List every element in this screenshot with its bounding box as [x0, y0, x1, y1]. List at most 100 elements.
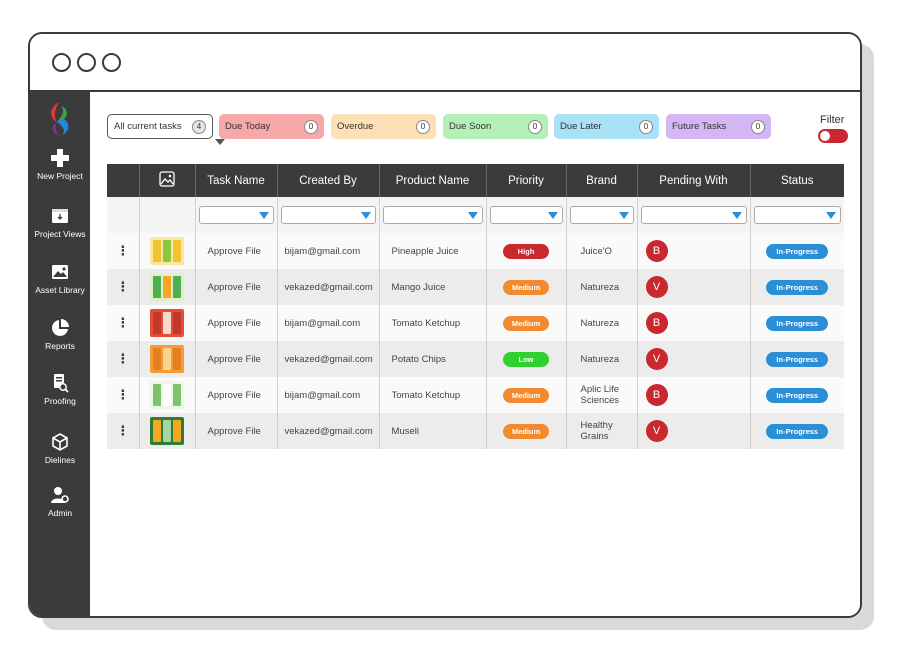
- product-thumbnail[interactable]: [150, 345, 184, 373]
- sidebar-item-label: Project Views: [34, 229, 86, 239]
- priority-badge[interactable]: Medium: [503, 315, 549, 331]
- column-header-task-name[interactable]: Task Name: [195, 164, 278, 197]
- filter-funnel-icon: [731, 212, 742, 219]
- pending-with-filter[interactable]: [640, 206, 747, 224]
- product-thumbnail[interactable]: [150, 417, 184, 445]
- task-name-cell: Approve File: [195, 377, 278, 413]
- filter-toggle[interactable]: [818, 129, 848, 143]
- window-control-dot[interactable]: [102, 52, 121, 72]
- status-badge[interactable]: In-Progress: [766, 243, 829, 259]
- avatar[interactable]: V: [645, 420, 668, 442]
- row-menu-icon[interactable]: ⋮: [107, 413, 140, 449]
- brand-filter[interactable]: [569, 206, 634, 224]
- priority-filter[interactable]: [489, 206, 563, 224]
- column-header-product-name[interactable]: Product Name: [379, 164, 487, 197]
- product-name-cell: Mango Juice: [379, 269, 487, 305]
- sidebar-item-label: Dielines: [44, 455, 76, 465]
- table-row[interactable]: ⋮ Approve File vekazed@gmail.com Museli …: [107, 413, 844, 449]
- task-name-cell: Approve File: [195, 269, 278, 305]
- task-name-cell: Approve File: [195, 413, 278, 449]
- product-name-filter[interactable]: [382, 206, 483, 224]
- task-name-filter[interactable]: [198, 206, 274, 224]
- window-control-dot[interactable]: [77, 52, 96, 72]
- product-name-cell: Museli: [379, 413, 487, 449]
- sidebar-item-label: Asset Library: [35, 285, 85, 295]
- created-by-cell: bijam@gmail.com: [277, 377, 380, 413]
- product-thumbnail[interactable]: [150, 309, 184, 337]
- column-header-priority[interactable]: Priority: [486, 164, 567, 197]
- filter-label: Filter: [820, 114, 845, 126]
- table-row[interactable]: ⋮ Approve File vekazed@gmail.com Potato …: [107, 341, 844, 377]
- sidebar-item-reports[interactable]: Reports: [30, 318, 90, 351]
- window-control-dot[interactable]: [52, 52, 71, 72]
- chip-overdue[interactable]: Overdue 0: [331, 114, 436, 139]
- avatar[interactable]: B: [645, 312, 668, 334]
- created-by-filter[interactable]: [280, 206, 376, 224]
- column-header-brand[interactable]: Brand: [566, 164, 638, 197]
- table-row[interactable]: ⋮ Approve File bijam@gmail.com Pineapple…: [107, 233, 844, 269]
- column-header-created-by[interactable]: Created By: [277, 164, 380, 197]
- task-name-cell: Approve File: [195, 341, 278, 377]
- status-badge[interactable]: In-Progress: [766, 423, 829, 439]
- sidebar-item-new-project[interactable]: New Project: [30, 148, 90, 181]
- row-menu-icon[interactable]: ⋮: [107, 305, 140, 341]
- sidebar-item-proofing[interactable]: Proofing: [30, 373, 90, 406]
- chip-due-later[interactable]: Due Later 0: [554, 114, 659, 139]
- pie-chart-icon: [52, 319, 69, 336]
- row-menu-icon[interactable]: ⋮: [107, 269, 140, 305]
- filter-funnel-icon: [826, 212, 836, 219]
- priority-badge[interactable]: Medium: [503, 279, 549, 295]
- app-logo-icon[interactable]: [45, 100, 75, 136]
- avatar[interactable]: V: [645, 348, 668, 370]
- product-thumbnail[interactable]: [150, 237, 184, 265]
- priority-badge[interactable]: Medium: [503, 423, 549, 439]
- priority-badge[interactable]: Low: [503, 351, 549, 367]
- table-row[interactable]: ⋮ Approve File bijam@gmail.com Tomato Ke…: [107, 305, 844, 341]
- chip-count: 0: [639, 119, 653, 134]
- brand-cell: Natureza: [566, 305, 638, 341]
- brand-cell: Natureza: [566, 269, 638, 305]
- status-badge[interactable]: In-Progress: [766, 315, 829, 331]
- chip-label: Future Tasks: [672, 121, 727, 132]
- created-by-cell: vekazed@gmail.com: [277, 269, 380, 305]
- task-name-cell: Approve File: [195, 305, 278, 341]
- proofing-icon: [54, 374, 69, 393]
- product-thumbnail[interactable]: [150, 273, 184, 301]
- avatar[interactable]: B: [645, 384, 668, 406]
- column-header-pending-with[interactable]: Pending With: [637, 164, 751, 197]
- product-thumbnail[interactable]: [150, 381, 184, 409]
- chip-due-today[interactable]: Due Today 0: [219, 114, 324, 139]
- status-filter[interactable]: [753, 206, 841, 224]
- status-badge[interactable]: In-Progress: [766, 351, 829, 367]
- sidebar-item-label: Admin: [47, 508, 73, 518]
- chip-label: Overdue: [337, 121, 374, 132]
- column-header-status[interactable]: Status: [750, 164, 844, 197]
- sidebar-item-asset-library[interactable]: Asset Library: [30, 262, 90, 295]
- chip-future-tasks[interactable]: Future Tasks 0: [666, 114, 771, 139]
- status-badge[interactable]: In-Progress: [766, 387, 829, 403]
- priority-badge[interactable]: Medium: [503, 387, 549, 403]
- sidebar-item-dielines[interactable]: Dielines: [30, 432, 90, 465]
- brand-cell: Aplic Life Sciences: [566, 377, 638, 413]
- row-menu-icon[interactable]: ⋮: [107, 341, 140, 377]
- table-row[interactable]: ⋮ Approve File bijam@gmail.com Tomato Ke…: [107, 377, 844, 413]
- sidebar-item-label: Proofing: [44, 396, 76, 406]
- sidebar-item-project-views[interactable]: Project Views: [30, 206, 90, 239]
- filter-funnel-icon: [360, 212, 371, 219]
- created-by-cell: vekazed@gmail.com: [277, 341, 380, 377]
- status-badge[interactable]: In-Progress: [766, 279, 829, 295]
- priority-badge[interactable]: High: [503, 243, 549, 259]
- chip-due-soon[interactable]: Due Soon 0: [443, 114, 548, 139]
- row-menu-icon[interactable]: ⋮: [107, 233, 140, 269]
- sidebar-item-admin[interactable]: Admin: [30, 485, 90, 518]
- row-menu-icon[interactable]: ⋮: [107, 377, 140, 413]
- avatar[interactable]: B: [645, 240, 668, 262]
- sidebar-item-label: Reports: [45, 341, 75, 351]
- avatar[interactable]: V: [645, 276, 668, 298]
- chip-all-current-tasks[interactable]: All current tasks 4: [107, 114, 213, 139]
- toggle-knob: [820, 131, 830, 141]
- chip-label: All current tasks: [114, 121, 182, 132]
- plus-icon: [51, 149, 69, 167]
- box-icon: [52, 433, 68, 451]
- table-row[interactable]: ⋮ Approve File vekazed@gmail.com Mango J…: [107, 269, 844, 305]
